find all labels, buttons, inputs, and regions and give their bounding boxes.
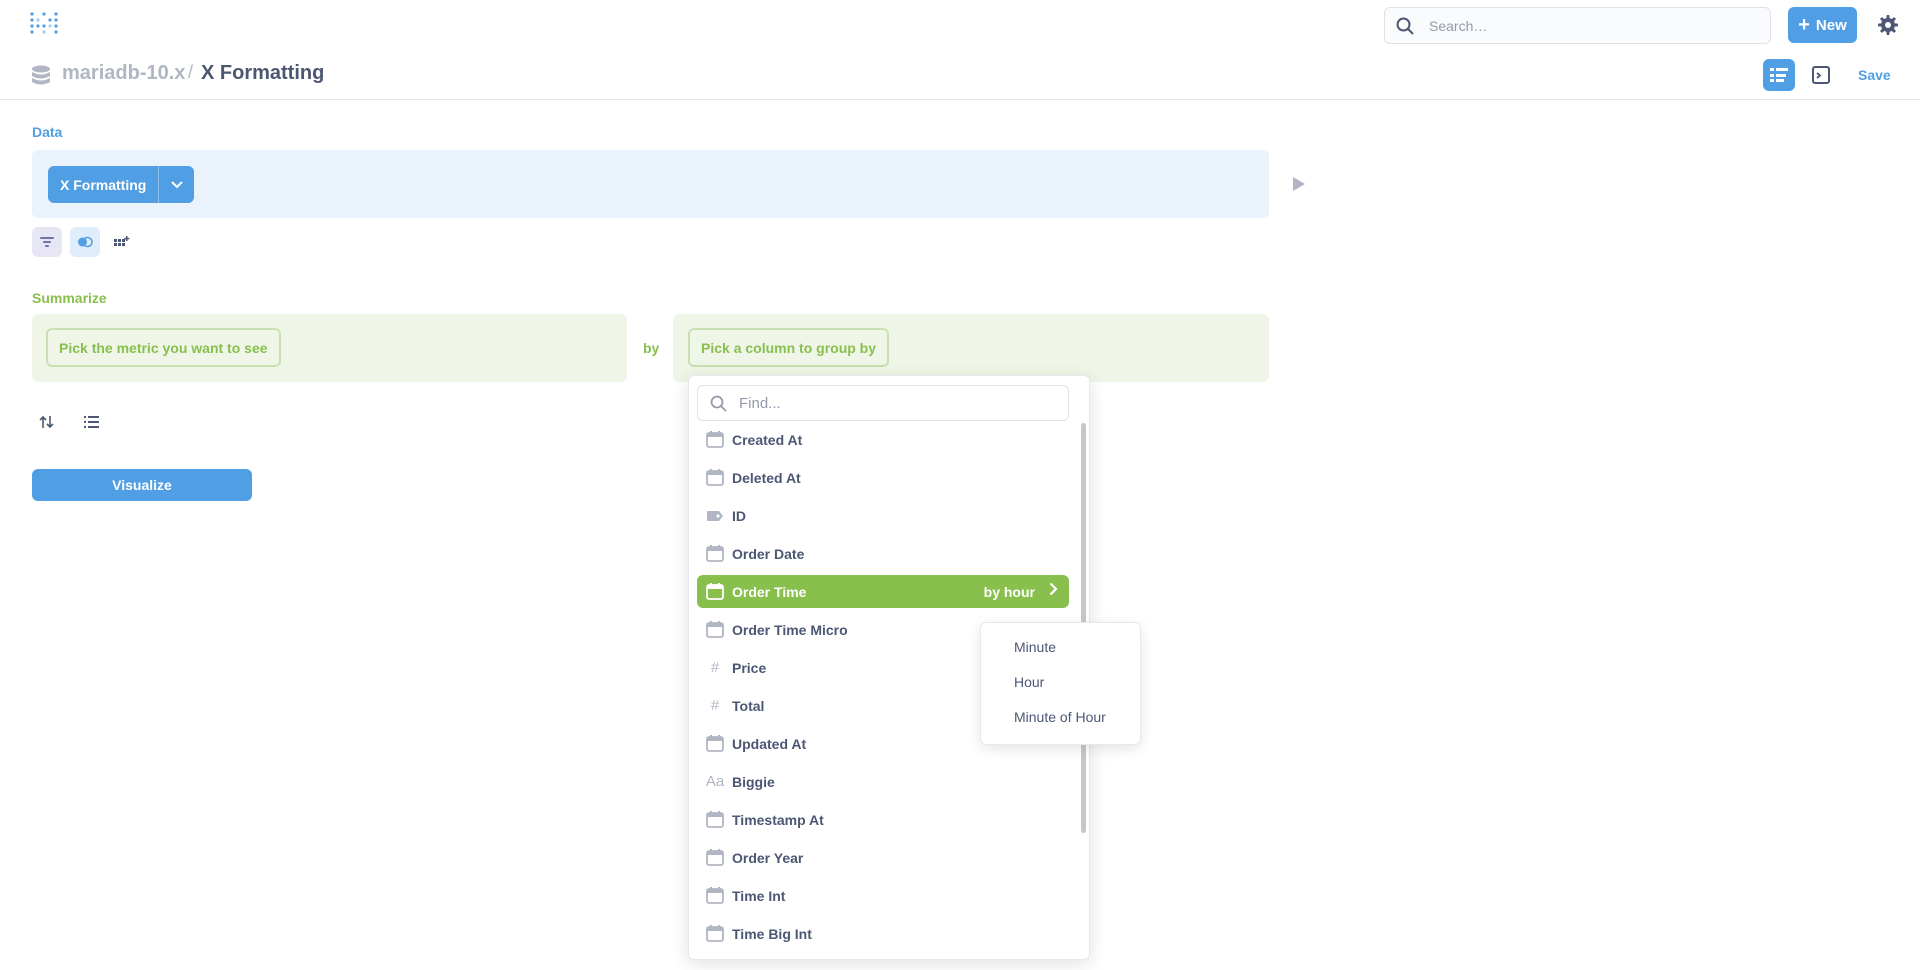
column-item[interactable]: Time Int [697,879,1069,912]
calendar-icon [705,924,725,944]
data-table-name[interactable]: X Formatting [48,166,158,203]
summarize-by-label: by [643,340,660,356]
filter-icon [40,237,54,247]
calendar-icon [705,468,725,488]
calendar-icon [705,886,725,906]
column-item-label: Order Time [732,583,807,600]
metabase-logo-icon[interactable] [29,11,59,39]
column-item[interactable]: Order Year [697,841,1069,874]
label-icon [705,506,725,526]
chevron-right-icon[interactable] [1049,582,1058,601]
column-item-label: Order Year [732,849,804,866]
column-item[interactable]: ID [697,499,1069,532]
calendar-icon [705,734,725,754]
console-icon [1812,66,1830,84]
column-item-label: Updated At [732,735,807,752]
column-item-label: Total [732,697,765,714]
breadcrumb-separator: / [188,62,194,82]
join-button[interactable] [70,227,100,257]
play-icon[interactable] [1293,177,1305,191]
temporal-bucket-button[interactable]: by hour [984,584,1035,600]
bucket-option-minute[interactable]: Minute [1014,639,1056,655]
limit-icon[interactable] [83,413,101,431]
number-icon: # [710,659,720,676]
pick-group-by-button[interactable]: Pick a column to group by [688,328,890,367]
view-sql-button[interactable] [1805,59,1837,91]
column-item[interactable]: Created At [697,423,1069,456]
bucket-option-hour[interactable]: Hour [1014,674,1044,690]
save-button[interactable]: Save [1858,67,1891,83]
bucket-option-minute-of-hour[interactable]: Minute of Hour [1014,709,1106,725]
find-input[interactable]: Find... [697,385,1069,421]
notebook-icon [1770,68,1788,82]
summarize-section-label: Summarize [32,290,107,306]
column-item-label: Biggie [732,773,775,790]
question-header: mariadb-10.x / X Formatting Save [0,50,1920,100]
search-icon [1396,17,1414,35]
database-icon [31,65,51,87]
column-item[interactable]: Time Big Int [697,917,1069,950]
number-icon: # [710,697,720,714]
page-title[interactable]: X Formatting [201,62,324,85]
top-nav: Search… + New [0,0,1920,50]
notebook-button[interactable] [1763,59,1795,91]
chevron-down-icon[interactable] [158,166,194,203]
column-item[interactable]: Deleted At [697,461,1069,494]
column-item[interactable]: Aa Biggie [697,765,1069,798]
search-icon [710,395,727,412]
column-item[interactable]: Order Time by hour [697,575,1069,608]
text-icon: Aa [705,773,725,790]
column-item-label: Time Big Int [732,925,812,942]
column-item[interactable]: Order Date [697,537,1069,570]
sort-icon[interactable] [38,413,56,431]
join-icon [78,236,93,248]
temporal-bucket-menu: Minute Hour Minute of Hour [980,622,1141,745]
column-item-label: Order Date [732,545,805,562]
plus-icon: + [1798,14,1810,36]
find-placeholder: Find... [739,394,781,412]
calendar-icon [705,582,725,602]
new-button-label: New [1815,16,1847,34]
search-placeholder: Search… [1429,17,1488,34]
visualize-button[interactable]: Visualize [32,469,252,501]
column-item[interactable]: Timestamp At [697,803,1069,836]
calendar-icon [705,810,725,830]
gear-icon[interactable] [1877,14,1899,36]
data-section-label: Data [32,124,63,140]
column-item-label: Timestamp At [732,811,824,828]
add-column-icon [114,236,130,246]
pick-metric-button[interactable]: Pick the metric you want to see [46,328,281,367]
column-item-label: Order Time Micro [732,621,848,638]
calendar-icon [705,544,725,564]
data-step [32,150,1269,218]
search-input[interactable]: Search… [1384,7,1771,44]
calendar-icon [705,430,725,450]
column-item-label: Deleted At [732,469,801,486]
filter-button[interactable] [32,227,62,257]
column-item-label: ID [732,507,746,524]
calendar-icon [705,848,725,868]
calendar-icon [705,620,725,640]
column-item-label: Time Int [732,887,786,904]
column-item-label: Created At [732,431,803,448]
data-table-picker[interactable]: X Formatting [48,166,195,203]
column-item-label: Price [732,659,767,676]
custom-column-button[interactable] [107,227,137,257]
new-button[interactable]: + New [1788,7,1857,43]
breadcrumb-database[interactable]: mariadb-10.x [62,62,185,85]
